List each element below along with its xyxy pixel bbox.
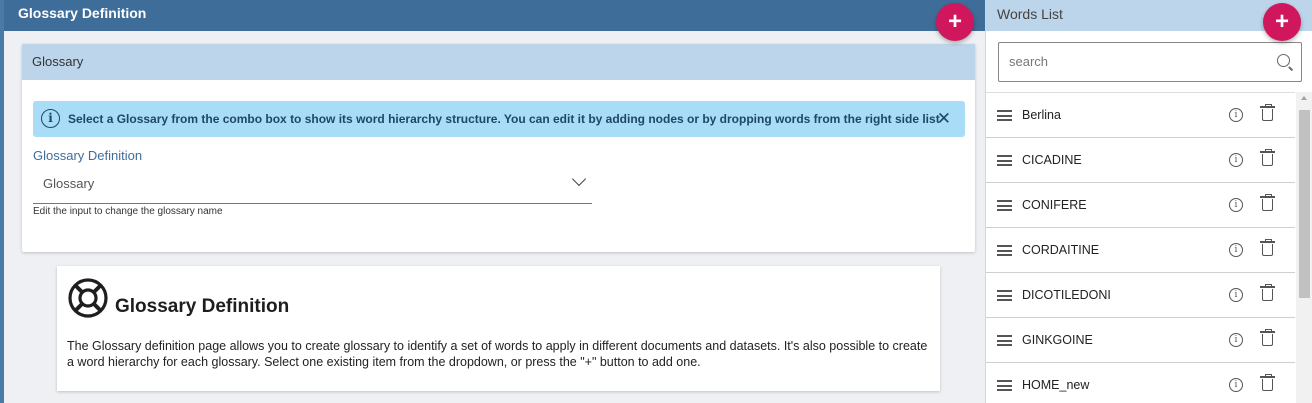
trash-icon[interactable] — [1260, 194, 1275, 211]
search-icon[interactable] — [1277, 54, 1290, 67]
info-icon[interactable]: i — [1229, 198, 1243, 212]
add-glossary-button[interactable]: + — [936, 3, 974, 41]
info-icon[interactable]: i — [1229, 333, 1243, 347]
add-word-button[interactable]: + — [1263, 3, 1301, 41]
drag-handle-icon[interactable] — [997, 200, 1012, 211]
word-label: CORDAITINE — [1022, 243, 1100, 257]
drag-handle-icon[interactable] — [997, 335, 1012, 346]
trash-icon[interactable] — [1260, 284, 1275, 301]
trash-icon[interactable] — [1260, 239, 1275, 256]
drag-handle-icon[interactable] — [997, 290, 1012, 301]
info-icon: i — [41, 109, 60, 128]
info-icon[interactable]: i — [1229, 288, 1243, 302]
drag-handle-icon[interactable] — [997, 155, 1012, 166]
word-label: CICADINE — [1022, 153, 1082, 167]
info-icon[interactable]: i — [1229, 378, 1243, 392]
info-banner: i Select a Glossary from the combo box t… — [33, 101, 965, 137]
card-title: Glossary — [22, 44, 975, 80]
search-input[interactable]: search — [998, 42, 1302, 82]
info-icon[interactable]: i — [1229, 153, 1243, 167]
glossary-card: Glossary i Select a Glossary from the co… — [22, 44, 975, 252]
panel-title: Glossary Definition — [4, 0, 989, 31]
lifebuoy-icon — [68, 278, 108, 318]
list-item[interactable]: CONIFERE i — [986, 183, 1295, 228]
word-label: Berlina — [1022, 108, 1061, 122]
word-label: GINKGOINE — [1022, 333, 1093, 347]
trash-icon[interactable] — [1260, 104, 1275, 121]
word-label: HOME_new — [1022, 378, 1090, 392]
info-icon[interactable]: i — [1229, 243, 1243, 257]
drag-handle-icon[interactable] — [997, 245, 1012, 256]
list-item[interactable]: CICADINE i — [986, 138, 1295, 183]
words-panel: Words List search Berlina i CICADINE i CON… — [985, 0, 1312, 403]
trash-icon[interactable] — [1260, 374, 1275, 391]
chevron-down-icon[interactable] — [571, 171, 587, 187]
help-title: Glossary Definition — [115, 296, 290, 317]
help-text: The Glossary definition page allows you … — [67, 339, 928, 369]
close-icon[interactable]: ✕ — [937, 109, 951, 129]
scroll-up-icon[interactable] — [1301, 96, 1307, 100]
field-hint: Edit the input to change the glossary na… — [33, 206, 223, 217]
search-placeholder: search — [1009, 54, 1049, 69]
glossary-field-label: Glossary Definition — [33, 148, 143, 163]
scrollbar[interactable] — [1296, 92, 1312, 403]
list-item[interactable]: GINKGOINE i — [986, 318, 1295, 363]
word-label: DICOTILEDONI — [1022, 288, 1111, 302]
glossary-select-value: Glossary — [43, 176, 95, 191]
list-item[interactable]: Berlina i — [986, 93, 1295, 138]
drag-handle-icon[interactable] — [997, 110, 1012, 121]
words-list: Berlina i CICADINE i CONIFERE i CORDAITINE i… — [986, 92, 1295, 403]
glossary-panel: Glossary Definition Glossary i Select a … — [0, 0, 989, 403]
scrollbar-thumb[interactable] — [1299, 110, 1310, 298]
list-item[interactable]: HOME_new i — [986, 363, 1295, 403]
glossary-select[interactable]: Glossary — [33, 168, 592, 204]
help-card: Glossary Definition The Glossary definit… — [57, 266, 940, 391]
word-label: CONIFERE — [1022, 198, 1087, 212]
info-text: Select a Glossary from the combo box to … — [68, 112, 940, 126]
trash-icon[interactable] — [1260, 329, 1275, 346]
list-item[interactable]: CORDAITINE i — [986, 228, 1295, 273]
trash-icon[interactable] — [1260, 149, 1275, 166]
drag-handle-icon[interactable] — [997, 380, 1012, 391]
list-item[interactable]: DICOTILEDONI i — [986, 273, 1295, 318]
info-icon[interactable]: i — [1229, 108, 1243, 122]
